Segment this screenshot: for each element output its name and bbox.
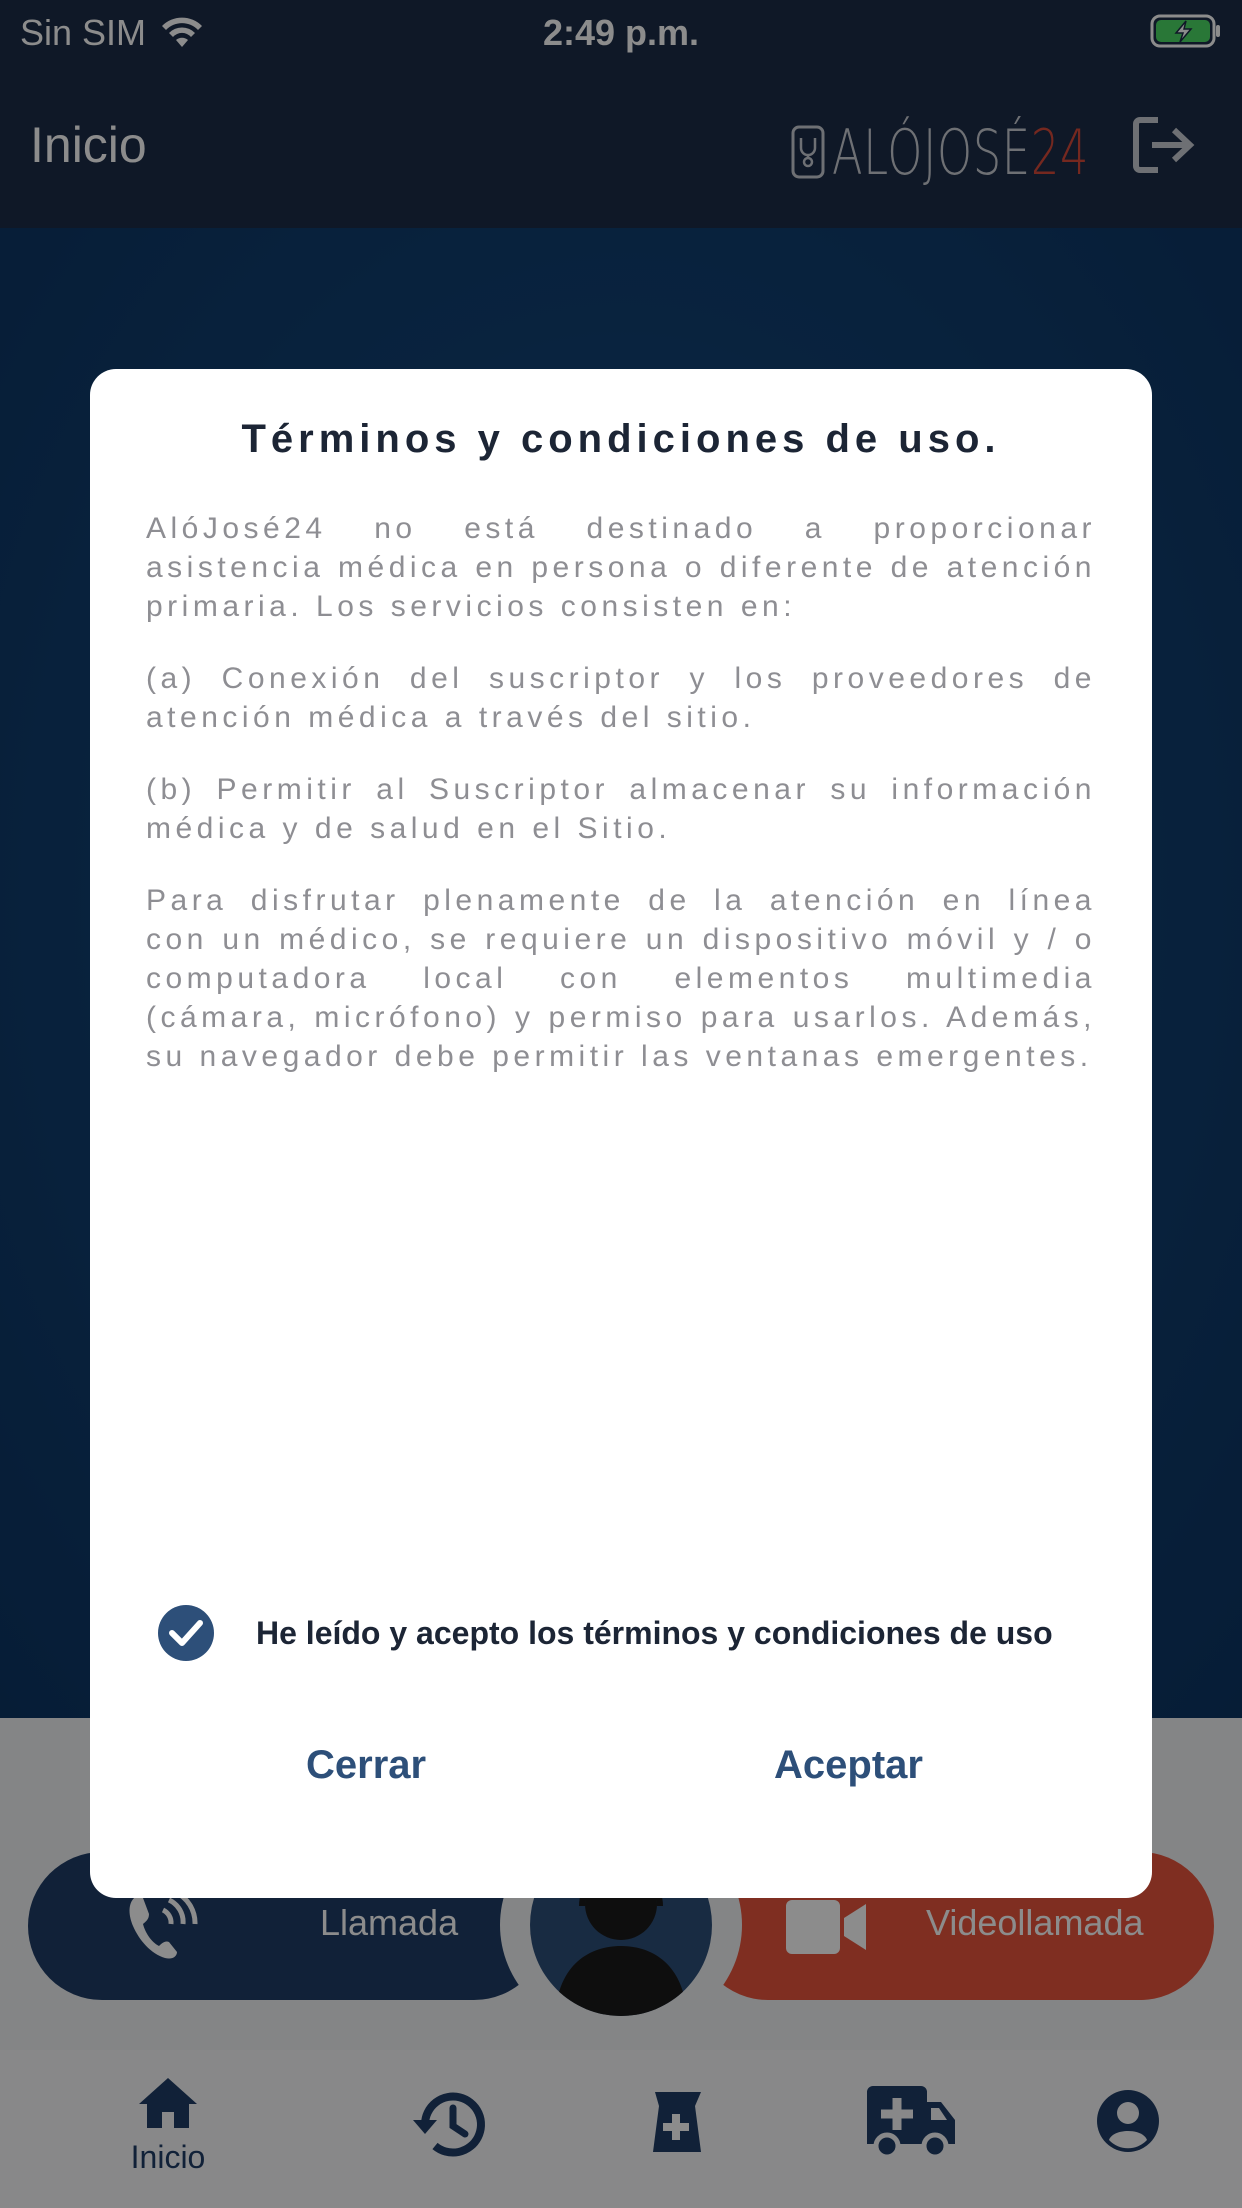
close-button[interactable]: Cerrar xyxy=(306,1743,426,1788)
dialog-title: Términos y condiciones de uso. xyxy=(241,417,1001,461)
terms-text: AlóJosé24 no está destinado a proporcion… xyxy=(146,509,1096,1109)
accept-terms-row[interactable]: He leído y acepto los términos y condici… xyxy=(158,1605,1053,1661)
terms-dialog: Términos y condiciones de uso. AlóJosé24… xyxy=(90,369,1152,1898)
checkmark-icon xyxy=(169,1620,203,1646)
accept-button[interactable]: Aceptar xyxy=(774,1743,923,1788)
terms-paragraph: AlóJosé24 no está destinado a proporcion… xyxy=(146,512,1096,623)
accept-terms-checkbox[interactable] xyxy=(158,1605,214,1661)
terms-paragraph: (a) Conexión del suscriptor y los provee… xyxy=(146,662,1096,734)
terms-paragraph: Para disfrutar plenamente de la atención… xyxy=(146,884,1096,1073)
accept-terms-label[interactable]: He leído y acepto los términos y condici… xyxy=(256,1615,1053,1652)
terms-paragraph: (b) Permitir al Suscriptor almacenar su … xyxy=(146,773,1096,845)
